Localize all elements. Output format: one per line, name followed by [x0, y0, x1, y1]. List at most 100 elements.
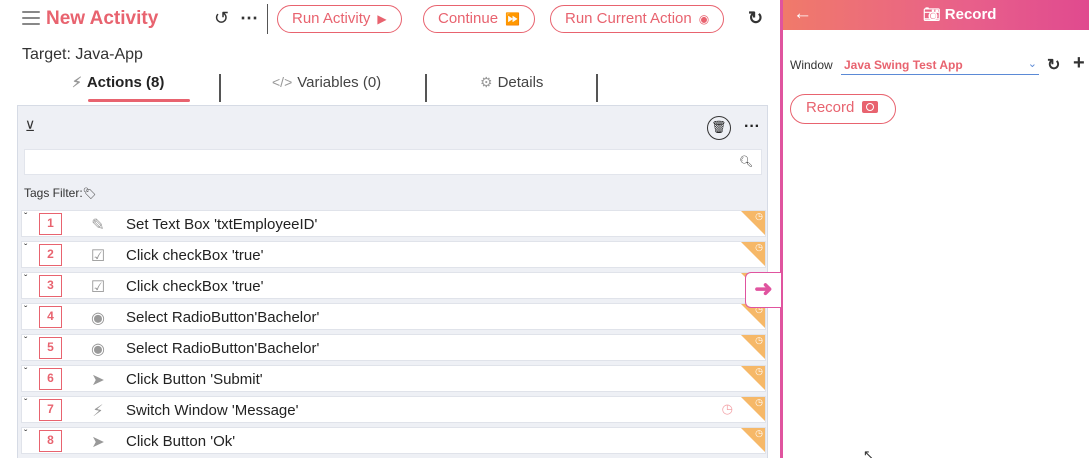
continue-button[interactable]: Continue ⏩ [423, 5, 535, 33]
run-current-action-label: Run Current Action [565, 10, 692, 27]
tab-variables[interactable]: </> Variables (0) [272, 74, 381, 104]
tab-divider [425, 74, 427, 102]
more-horizontal-icon[interactable]: ··· [744, 118, 760, 136]
radio-icon: ◉ [91, 310, 105, 327]
action-number: 6 [39, 368, 62, 390]
target-label: Target: Java-App [22, 46, 143, 63]
action-description: Select RadioButton'Bachelor' [126, 309, 320, 326]
action-number: 1 [39, 213, 62, 235]
window-select[interactable]: Java Swing Test App ⌄ [841, 55, 1039, 75]
actions-panel: ⊻ 🗑︎ ··· 🔍︎ Tags Filter:🏷︎ ˇ 1 ✎ Set Tex… [17, 105, 768, 458]
checkbox-icon: ☑ [90, 248, 106, 265]
run-activity-label: Run Activity [292, 10, 371, 27]
mouse-cursor-icon: ↖ [863, 447, 874, 458]
activity-title[interactable]: New Activity [46, 8, 158, 30]
pencil-icon: ✎ [91, 217, 105, 234]
action-row[interactable]: ˇ 4 ◉ Select RadioButton'Bachelor' ◷ [21, 303, 766, 330]
action-description: Switch Window 'Message' [126, 402, 299, 419]
expand-icon[interactable]: ˇ [24, 305, 27, 316]
fast-forward-icon: ⏩ [505, 12, 520, 26]
more-horizontal-icon[interactable]: ⋯ [240, 8, 258, 28]
record-button[interactable]: Record [790, 94, 896, 124]
pointer-icon: ➤ [91, 434, 105, 451]
collapse-all-icon[interactable]: ⊻ [25, 118, 35, 135]
action-description: Click checkBox 'true' [126, 247, 264, 264]
activity-editor-pane: New Activity ↺ ⋯ Run Activity ▶ Continue ⏩… [0, 0, 780, 458]
expand-icon[interactable]: ˇ [24, 398, 27, 409]
record-label: Record [806, 99, 855, 116]
action-row[interactable]: ˇ 3 ☑ Click checkBox 'true' ◷ [21, 272, 766, 299]
lightning-icon: ⚡︎ [92, 403, 104, 420]
run-activity-button[interactable]: Run Activity ▶ [277, 5, 402, 33]
refresh-icon[interactable]: ↻ [748, 8, 763, 28]
continue-label: Continue [438, 10, 499, 27]
tab-details-label: Details [497, 74, 544, 91]
action-number: 7 [39, 399, 62, 421]
play-circle-icon: ◉ [698, 12, 710, 26]
tab-details[interactable]: ⚙ Details [480, 74, 543, 104]
arrow-left-icon[interactable]: ← [793, 3, 812, 25]
action-description: Select RadioButton'Bachelor' [126, 340, 320, 357]
active-tab-indicator [88, 99, 190, 102]
action-description: Click Button 'Submit' [126, 371, 263, 388]
tab-divider [219, 74, 221, 102]
camera-icon: 📷︎ [923, 6, 941, 22]
tags-filter[interactable]: Tags Filter:🏷︎ [24, 186, 97, 200]
action-row[interactable]: ˇ 6 ➤ Click Button 'Submit' ◷ [21, 365, 766, 392]
expand-icon[interactable]: ˇ [24, 212, 27, 223]
radio-icon: ◉ [91, 341, 105, 358]
action-row[interactable]: ˇ 7 ⚡︎ Switch Window 'Message' ◷ ◷ [21, 396, 766, 423]
tags-filter-label: Tags Filter: [24, 186, 83, 200]
action-number: 8 [39, 430, 62, 452]
tag-icon[interactable]: 🏷︎ [83, 188, 97, 200]
lightning-icon: ⚡︎ [72, 74, 82, 90]
toolbar-divider [267, 4, 268, 34]
clock-icon: ◷ [755, 335, 763, 345]
chevron-down-icon: ⌄ [1027, 58, 1037, 70]
search-input[interactable] [25, 150, 725, 174]
tab-actions-label: Actions (8) [86, 74, 165, 91]
action-number: 4 [39, 306, 62, 328]
action-row[interactable]: ˇ 1 ✎ Set Text Box 'txtEmployeeID' ◷ [21, 210, 766, 237]
play-icon: ▶ [377, 12, 387, 26]
tab-variables-label: Variables (0) [297, 74, 382, 91]
action-description: Click checkBox 'true' [126, 278, 264, 295]
pointer-icon: ➤ [91, 372, 105, 389]
arrow-right-icon: ➜ [754, 276, 773, 301]
camera-icon [862, 101, 879, 113]
code-icon: </> [272, 74, 293, 90]
delete-button[interactable]: 🗑︎ [707, 116, 731, 140]
action-description: Set Text Box 'txtEmployeeID' [126, 216, 318, 233]
action-number: 3 [39, 275, 62, 297]
window-label: Window [790, 58, 833, 72]
clock-icon: ◷ [755, 211, 763, 221]
recorder-title: 📷︎ Record [923, 6, 996, 23]
recorder-title-label: Record [944, 6, 997, 23]
action-number: 2 [39, 244, 62, 266]
timer-icon: ◷ [721, 401, 733, 416]
tab-divider [596, 74, 598, 102]
action-row[interactable]: ˇ 5 ◉ Select RadioButton'Bachelor' ◷ [21, 334, 766, 361]
expand-icon[interactable]: ˇ [24, 243, 27, 254]
expand-icon[interactable]: ˇ [24, 336, 27, 347]
expand-icon[interactable]: ˇ [24, 367, 27, 378]
search-box: 🔍︎ [24, 149, 762, 175]
recorder-pane: ← 📷︎ Record Window Java Swing Test App ⌄ … [783, 0, 1089, 458]
action-row[interactable]: ˇ 8 ➤ Click Button 'Ok' ◷ [21, 427, 766, 454]
action-number: 5 [39, 337, 62, 359]
expand-icon[interactable]: ˇ [24, 274, 27, 285]
expand-icon[interactable]: ˇ [24, 429, 27, 440]
refresh-windows-icon[interactable]: ↻ [1047, 55, 1060, 75]
activity-tabs: ⚡︎ Actions (8) </> Variables (0) ⚙ Details [20, 74, 620, 104]
action-row[interactable]: ˇ 2 ☑ Click checkBox 'true' ◷ [21, 241, 766, 268]
add-window-icon[interactable]: + [1073, 52, 1085, 75]
gear-icon: ⚙ [480, 74, 493, 90]
undo-icon[interactable]: ↺ [214, 8, 229, 28]
clock-icon: ◷ [755, 366, 763, 376]
menu-icon[interactable] [22, 11, 40, 25]
search-icon[interactable]: 🔍︎ [739, 155, 753, 168]
clock-icon: ◷ [755, 242, 763, 252]
run-current-action-button[interactable]: Run Current Action ◉ [550, 5, 725, 33]
collapse-recorder-button[interactable]: ➜ [745, 272, 781, 308]
trash-icon: 🗑︎ [711, 120, 727, 134]
